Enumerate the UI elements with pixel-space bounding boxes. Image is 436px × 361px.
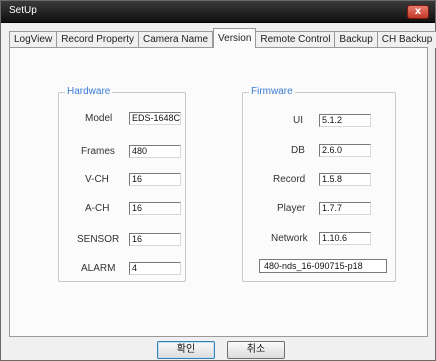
close-button[interactable]: x xyxy=(407,5,429,19)
model-field[interactable]: EDS-1648C xyxy=(129,112,181,125)
ach-field[interactable]: 16 xyxy=(129,202,181,215)
network-field[interactable]: 1.10.6 xyxy=(319,232,371,245)
alarm-field[interactable]: 4 xyxy=(129,262,181,275)
vch-field[interactable]: 16 xyxy=(129,173,181,186)
vch-label: V-CH xyxy=(85,174,109,185)
tab-camera-name[interactable]: Camera Name xyxy=(139,31,214,48)
frames-field[interactable]: 480 xyxy=(129,145,181,158)
setup-dialog: SetUp x LogView Record Property Camera N… xyxy=(0,0,436,361)
title-bar[interactable]: SetUp x xyxy=(1,1,435,23)
model-label: Model xyxy=(85,113,113,124)
window-title: SetUp xyxy=(9,5,37,16)
cancel-button[interactable]: 취소 xyxy=(227,341,285,359)
tab-record-property[interactable]: Record Property xyxy=(57,31,139,48)
ach-label: A-CH xyxy=(85,203,110,214)
ui-field[interactable]: 5.1.2 xyxy=(319,114,371,127)
record-field[interactable]: 1.5.8 xyxy=(319,173,371,186)
firmware-group-title: Firmware xyxy=(249,86,295,97)
ui-label: UI xyxy=(293,115,303,126)
sensor-label: SENSOR xyxy=(77,234,120,245)
sensor-field[interactable]: 16 xyxy=(129,233,181,246)
tab-strip: LogView Record Property Camera Name Vers… xyxy=(9,28,436,48)
tab-ch-backup[interactable]: CH Backup xyxy=(377,31,436,48)
tab-backup[interactable]: Backup xyxy=(335,31,378,48)
player-label: Player xyxy=(277,203,306,214)
db-field[interactable]: 2.6.0 xyxy=(319,144,371,157)
close-icon: x xyxy=(414,6,422,17)
db-label: DB xyxy=(291,145,305,156)
tab-version[interactable]: Version xyxy=(213,28,257,48)
record-label: Record xyxy=(273,174,306,185)
hardware-group: Hardware Model EDS-1648C Frames 480 V-CH… xyxy=(58,86,186,282)
hardware-group-title: Hardware xyxy=(65,86,113,97)
tab-remote-control[interactable]: Remote Control xyxy=(256,31,336,48)
ok-button[interactable]: 확인 xyxy=(157,341,215,359)
firmware-group: Firmware UI 5.1.2 DB 2.6.0 Record 1.5.8 … xyxy=(242,86,396,282)
version-panel: Hardware Model EDS-1648C Frames 480 V-CH… xyxy=(9,47,428,337)
firmware-version-string[interactable]: 480-nds_16-090715-p18 xyxy=(259,259,387,273)
tab-logview[interactable]: LogView xyxy=(9,31,58,48)
player-field[interactable]: 1.7.7 xyxy=(319,202,371,215)
alarm-label: ALARM xyxy=(81,263,116,274)
frames-label: Frames xyxy=(81,146,115,157)
network-label: Network xyxy=(271,233,308,244)
